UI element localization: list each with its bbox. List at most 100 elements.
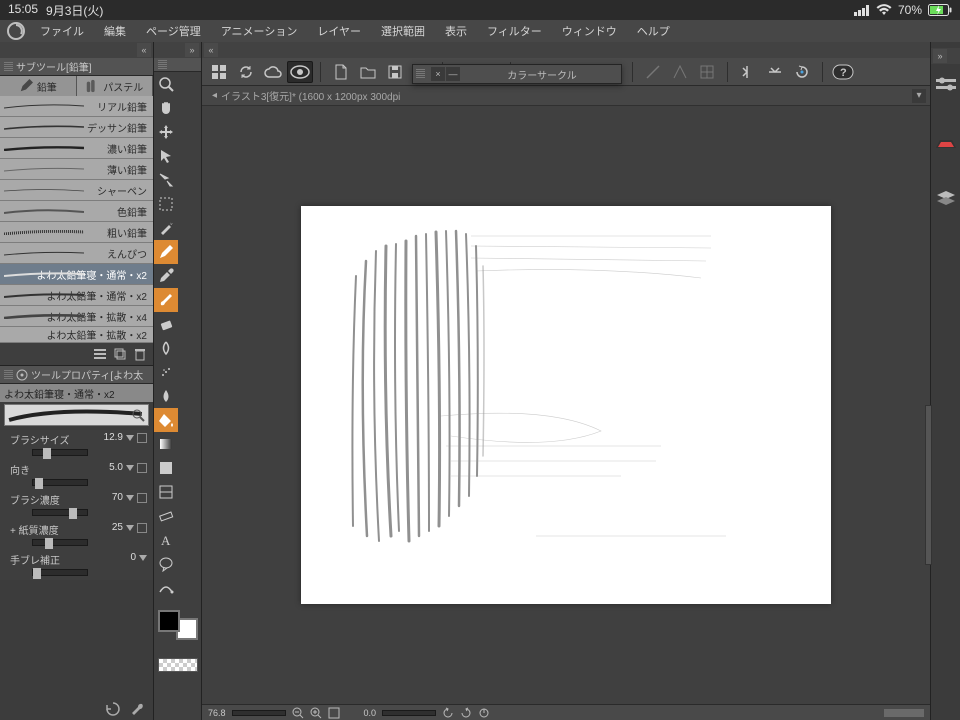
cmd-sync-icon[interactable] bbox=[233, 61, 259, 83]
brush-item[interactable]: よわ太鉛筆・拡散・x2 bbox=[0, 327, 153, 343]
tool-wand[interactable] bbox=[154, 216, 178, 240]
slider[interactable] bbox=[32, 449, 88, 456]
cmd-snap-special-icon[interactable] bbox=[667, 61, 693, 83]
menu-file[interactable]: ファイル bbox=[30, 23, 94, 39]
cmd-help-icon[interactable]: ? bbox=[830, 61, 856, 83]
cmd-grid-icon[interactable] bbox=[206, 61, 232, 83]
rotate-ccw-icon[interactable] bbox=[442, 707, 454, 719]
app-logo-icon[interactable] bbox=[2, 22, 30, 40]
brush-item[interactable]: リアル鉛筆 bbox=[0, 96, 153, 117]
brush-item[interactable]: えんぴつ bbox=[0, 243, 153, 264]
tool-blend[interactable] bbox=[154, 336, 178, 360]
zoom-out-icon[interactable] bbox=[292, 707, 304, 719]
reset-icon[interactable] bbox=[105, 701, 121, 717]
tool-eyedropper[interactable] bbox=[154, 264, 178, 288]
canvas[interactable] bbox=[301, 206, 831, 604]
chevron-down-icon[interactable] bbox=[126, 465, 134, 471]
quick-access-icon[interactable] bbox=[936, 76, 956, 92]
menu-page[interactable]: ページ管理 bbox=[136, 23, 211, 39]
tool-text[interactable]: A bbox=[154, 528, 178, 552]
tool-droplet[interactable] bbox=[154, 384, 178, 408]
menu-view[interactable]: 表示 bbox=[435, 23, 477, 39]
tool-property-header[interactable]: ツールプロパティ[よわ太 bbox=[0, 366, 153, 384]
prop-density[interactable]: ブラシ濃度 70 bbox=[0, 490, 153, 520]
tool-pencil[interactable] bbox=[154, 240, 178, 264]
menu-selection[interactable]: 選択範囲 bbox=[371, 23, 435, 39]
tool-zoom[interactable] bbox=[154, 72, 178, 96]
tool-airbrush[interactable] bbox=[154, 360, 178, 384]
slider[interactable] bbox=[32, 569, 88, 576]
tool-contour[interactable] bbox=[154, 456, 178, 480]
document-dropdown-icon[interactable]: ▾ bbox=[912, 89, 926, 103]
chevron-left-icon[interactable]: « bbox=[204, 43, 218, 57]
chevron-right-icon[interactable]: » bbox=[185, 43, 199, 57]
link-icon[interactable] bbox=[137, 523, 147, 533]
cmd-eye-icon[interactable] bbox=[287, 61, 313, 83]
slider[interactable] bbox=[32, 479, 88, 486]
cmd-new-icon[interactable] bbox=[328, 61, 354, 83]
tool-correct-line[interactable] bbox=[154, 576, 178, 600]
chevron-down-icon[interactable] bbox=[126, 435, 134, 441]
tool-palette-header[interactable] bbox=[154, 58, 201, 72]
cmd-rotate-icon[interactable] bbox=[789, 61, 815, 83]
close-icon[interactable]: × bbox=[431, 67, 445, 81]
subtab-pencil[interactable]: 鉛筆 bbox=[0, 76, 77, 96]
brush-item[interactable]: よわ太鉛筆・通常・x2 bbox=[0, 285, 153, 306]
minimize-icon[interactable]: — bbox=[446, 67, 460, 81]
link-icon[interactable] bbox=[137, 463, 147, 473]
chevron-left-icon[interactable]: ◂ bbox=[212, 90, 217, 101]
cmd-snap-ruler-icon[interactable] bbox=[640, 61, 666, 83]
brush-item[interactable]: 濃い鉛筆 bbox=[0, 138, 153, 159]
subtool-panel-header[interactable]: サブツール[鉛筆] bbox=[0, 58, 153, 76]
link-icon[interactable] bbox=[137, 493, 147, 503]
color-set-icon[interactable] bbox=[936, 136, 956, 152]
reset-rotation-icon[interactable] bbox=[478, 707, 490, 719]
link-icon[interactable] bbox=[137, 433, 147, 443]
chevron-down-icon[interactable] bbox=[126, 495, 134, 501]
tool-layer-move[interactable] bbox=[154, 168, 178, 192]
prop-brush-size[interactable]: ブラシサイズ 12.9 bbox=[0, 430, 153, 460]
prop-stabilization[interactable]: 手ブレ補正 0 bbox=[0, 550, 153, 580]
brush-item[interactable]: シャーペン bbox=[0, 180, 153, 201]
cmd-cloud-icon[interactable] bbox=[260, 61, 286, 83]
tool-gradient[interactable] bbox=[154, 432, 178, 456]
cmd-snap-grid-icon[interactable] bbox=[694, 61, 720, 83]
canvas-viewport[interactable] bbox=[202, 106, 930, 704]
horizontal-scrollbar[interactable] bbox=[884, 709, 924, 717]
chevron-down-icon[interactable] bbox=[126, 525, 134, 531]
brush-item[interactable]: 薄い鉛筆 bbox=[0, 159, 153, 180]
wrench-icon[interactable] bbox=[129, 701, 145, 717]
tool-fill[interactable] bbox=[154, 408, 178, 432]
tool-eraser[interactable] bbox=[154, 312, 178, 336]
tool-operation[interactable] bbox=[154, 144, 178, 168]
transparent-color[interactable] bbox=[158, 658, 198, 672]
menu-icon[interactable] bbox=[93, 347, 107, 361]
trash-icon[interactable] bbox=[133, 347, 147, 361]
chevron-right-icon[interactable]: » bbox=[933, 49, 947, 63]
menu-layer[interactable]: レイヤー bbox=[307, 23, 371, 39]
fit-screen-icon[interactable] bbox=[328, 707, 340, 719]
rotate-cw-icon[interactable] bbox=[460, 707, 472, 719]
layer-panel-icon[interactable] bbox=[936, 190, 956, 208]
cmd-flip-v-icon[interactable] bbox=[762, 61, 788, 83]
tool-move[interactable] bbox=[154, 120, 178, 144]
menu-window[interactable]: ウィンドウ bbox=[552, 23, 627, 39]
cmd-flip-h-icon[interactable] bbox=[735, 61, 761, 83]
brush-item[interactable]: 粗い鉛筆 bbox=[0, 222, 153, 243]
color-circle-floating-panel[interactable]: × — カラーサークル bbox=[412, 64, 622, 84]
tool-brush[interactable] bbox=[154, 288, 178, 312]
chevron-down-icon[interactable] bbox=[139, 555, 147, 561]
vertical-scrollbar[interactable] bbox=[925, 405, 932, 565]
chevron-left-icon[interactable]: « bbox=[137, 43, 151, 57]
brush-item-selected[interactable]: よわ太鉛筆寝・通常・x2 bbox=[0, 264, 153, 285]
subtab-pastel[interactable]: パステル bbox=[77, 76, 154, 96]
tool-frame[interactable] bbox=[154, 480, 178, 504]
menu-filter[interactable]: フィルター bbox=[477, 23, 552, 39]
zoom-in-icon[interactable] bbox=[310, 707, 322, 719]
menu-edit[interactable]: 編集 bbox=[94, 23, 136, 39]
slider[interactable] bbox=[32, 539, 88, 546]
tool-marquee[interactable] bbox=[154, 192, 178, 216]
cmd-open-icon[interactable] bbox=[355, 61, 381, 83]
brush-item[interactable]: 色鉛筆 bbox=[0, 201, 153, 222]
menu-animation[interactable]: アニメーション bbox=[211, 23, 308, 39]
